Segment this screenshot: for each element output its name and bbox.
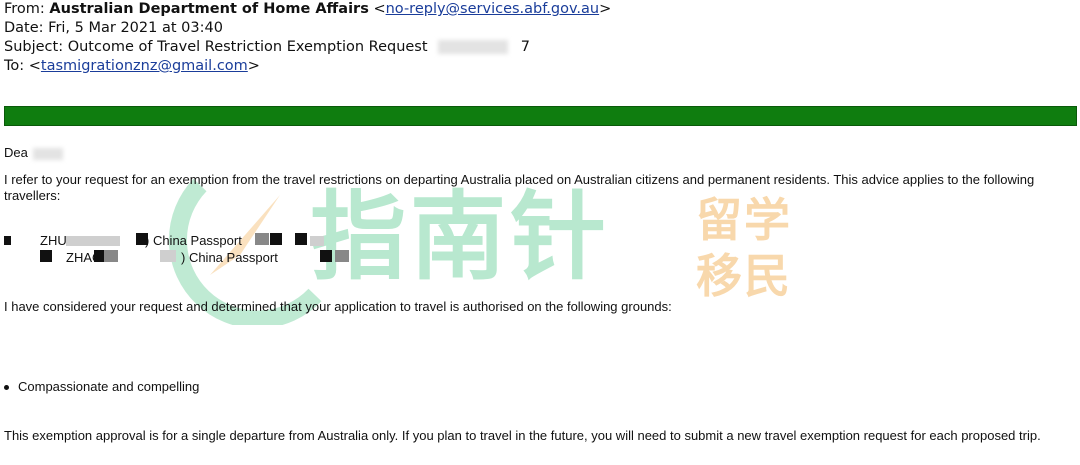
ground-list-item: Compassionate and compelling: [4, 379, 199, 395]
redacted-block: [438, 40, 509, 54]
redacted-mark: [320, 250, 332, 262]
green-banner: [4, 106, 1077, 126]
email-header: From: Australian Department of Home Affa…: [4, 0, 611, 76]
greeting-text: Dea: [4, 145, 28, 160]
redacted-mark: [94, 250, 104, 262]
to-row: To: <tasmigrationznz@gmail.com>: [4, 57, 611, 76]
from-row: From: Australian Department of Home Affa…: [4, 0, 611, 19]
traveller-1-surname: ZHU: [40, 233, 67, 248]
greeting: Dea: [4, 145, 64, 161]
to-label: To:: [4, 58, 25, 74]
watermark-side-bottom: 移民: [696, 249, 792, 303]
date-row: Date: Fri, 5 Mar 2021 at 03:40: [4, 19, 611, 38]
recipient-close: >: [247, 58, 260, 74]
intro-paragraph: I refer to your request for an exemption…: [4, 172, 1035, 203]
sender-email-link[interactable]: no-reply@services.abf.gov.au: [386, 1, 600, 17]
redacted-mark: [295, 233, 307, 245]
redacted-mark: [160, 250, 176, 262]
recipient-open: <: [28, 58, 41, 74]
ground-text: Compassionate and compelling: [18, 379, 200, 394]
from-label: From:: [4, 1, 45, 17]
subject-label: Subject:: [4, 39, 64, 55]
sender-email-close: >: [599, 1, 612, 17]
traveller-1-passport: ) China Passport: [145, 233, 242, 248]
subject-value: Outcome of Travel Restriction Exemption …: [67, 39, 428, 55]
closing-paragraph: This exemption approval is for a single …: [4, 428, 1041, 443]
subject-row: Subject: Outcome of Travel Restriction E…: [4, 38, 611, 57]
redacted-mark: [310, 236, 324, 246]
redacted-mark: [255, 233, 269, 245]
sender-email-open: <: [373, 1, 386, 17]
recipient-email-link[interactable]: tasmigrationznz@gmail.com: [41, 58, 248, 74]
sender-name: Australian Department of Home Affairs: [49, 1, 369, 17]
decision-paragraph: I have considered your request and deter…: [4, 299, 672, 314]
redacted-mark: [66, 236, 120, 246]
redacted-mark: [104, 250, 118, 262]
redacted-block: [33, 147, 64, 160]
redacted-mark: [335, 250, 349, 262]
traveller-2-passport: ) China Passport: [181, 250, 278, 265]
redacted-mark: [4, 236, 11, 245]
redacted-mark: [270, 233, 282, 245]
date-value: Fri, 5 Mar 2021 at 03:40: [48, 20, 223, 36]
subject-tail: 7: [520, 39, 531, 55]
redacted-mark: [40, 250, 52, 262]
bullet-dot-icon: [4, 385, 9, 391]
date-label: Date:: [4, 20, 44, 36]
